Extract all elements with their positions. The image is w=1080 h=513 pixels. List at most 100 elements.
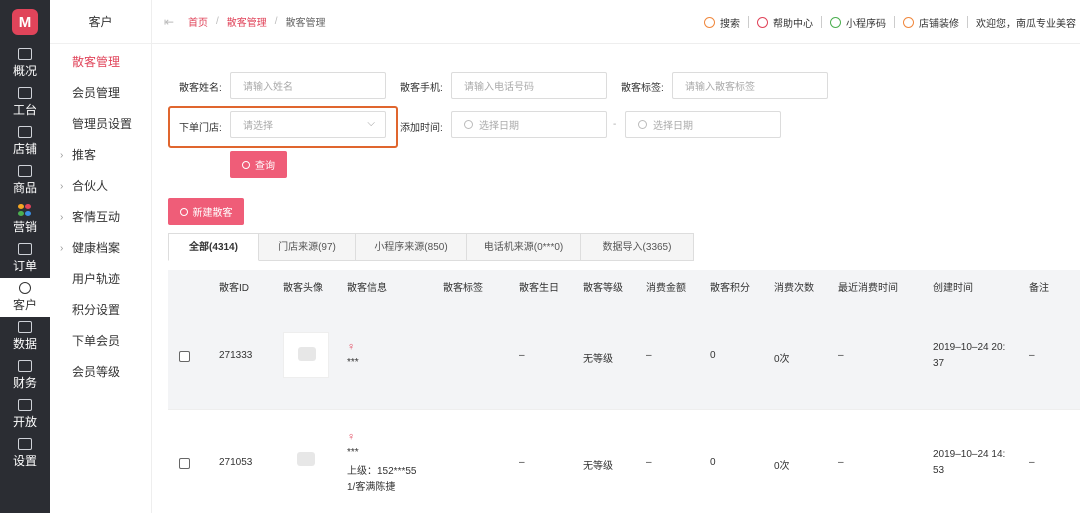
- user-icon: [19, 282, 31, 294]
- divider: [894, 16, 895, 28]
- breadcrumb-home[interactable]: 首页: [188, 14, 208, 29]
- cell-id: 271053: [219, 457, 253, 468]
- chevron-right-icon: ›: [60, 243, 64, 254]
- col-note: 备注: [1029, 283, 1049, 294]
- cell-created-time: 37: [933, 358, 945, 369]
- subnav-item-8[interactable]: 积分设置: [50, 295, 151, 326]
- chevron-right-icon: ›: [60, 181, 64, 192]
- rail-item-8[interactable]: 财务: [0, 356, 50, 395]
- col-tag: 散客标签: [443, 283, 483, 294]
- cell-parent-name: 1/客满陈捷: [347, 482, 396, 493]
- rail-item-label: 订单: [12, 259, 37, 273]
- rail-item-9[interactable]: 开放: [0, 395, 50, 434]
- top-action-2[interactable]: 小程序码: [830, 15, 886, 30]
- cell-count: 0次: [774, 461, 790, 472]
- rail-item-label: 商品: [12, 181, 37, 195]
- subnav-item-label: 散客管理: [72, 55, 121, 69]
- name-input[interactable]: 请输入姓名: [230, 72, 386, 99]
- rail-item-10[interactable]: 设置: [0, 434, 50, 473]
- query-button[interactable]: 查询: [230, 151, 287, 178]
- welcome-text[interactable]: 欢迎您，南瓜专业美容: [976, 15, 1076, 30]
- chevron-down-icon: ⌵: [367, 118, 375, 129]
- store-select[interactable]: 请选择 ⌵: [230, 111, 386, 138]
- subnav-item-2[interactable]: 管理员设置: [50, 109, 151, 140]
- rail-item-label: 数据: [12, 337, 37, 351]
- date-label: 添加时间:: [400, 123, 443, 134]
- subnav-title: 客户: [50, 0, 151, 44]
- subnav-item-1[interactable]: 会员管理: [50, 78, 151, 109]
- rail-item-1[interactable]: 工台: [0, 83, 50, 122]
- miniprogram-icon: [830, 16, 841, 28]
- col-points: 散客积分: [710, 283, 750, 294]
- rail-item-5[interactable]: 订单: [0, 239, 50, 278]
- table-row[interactable]: 271333 ♀ *** – 无等级 – 0 0次 – 2019–10–24 2…: [168, 300, 1080, 410]
- cell-created: 2019–10–24 14:: [933, 449, 1006, 460]
- subnav-item-6[interactable]: › 健康档案: [50, 233, 151, 264]
- row-checkbox[interactable]: [179, 458, 190, 469]
- tag-input[interactable]: 请输入散客标签: [672, 72, 828, 99]
- date-end-input[interactable]: 选择日期: [625, 111, 781, 138]
- rail-item-label: 工台: [12, 103, 37, 117]
- phone-label: 散客手机:: [400, 83, 443, 94]
- subnav-item-4[interactable]: › 合伙人: [50, 171, 151, 202]
- gear-icon: [18, 438, 32, 450]
- subnav-item-9[interactable]: 下单会员: [50, 326, 151, 357]
- rail-item-7[interactable]: 数据: [0, 317, 50, 356]
- top-action-1[interactable]: 帮助中心: [757, 15, 813, 30]
- rail-item-4[interactable]: 营销: [0, 200, 50, 239]
- tab-store[interactable]: 门店来源(97): [259, 233, 356, 261]
- cell-level: 无等级: [583, 461, 613, 472]
- cell-points: 0: [710, 457, 716, 468]
- main-rail: M 概况工台店铺商品营销订单客户数据财务开放设置: [0, 0, 50, 513]
- breadcrumb-section[interactable]: 散客管理: [227, 14, 267, 29]
- col-birthday: 散客生日: [519, 283, 559, 294]
- subnav-item-10[interactable]: 会员等级: [50, 357, 151, 388]
- clock-icon: [464, 120, 473, 129]
- bag-icon: [18, 165, 32, 177]
- col-last-consume: 最近消费时间: [838, 283, 898, 294]
- tab-import[interactable]: 数据导入(3365): [581, 233, 694, 261]
- female-icon: ♀: [347, 431, 356, 443]
- cell-note: –: [1029, 350, 1035, 361]
- top-action-0[interactable]: 搜索: [704, 15, 740, 30]
- phone-input[interactable]: 请输入电话号码: [451, 72, 607, 99]
- subnav-item-3[interactable]: › 推客: [50, 140, 151, 171]
- app-logo[interactable]: M: [0, 0, 50, 44]
- rail-item-6[interactable]: 客户: [0, 278, 50, 317]
- col-level: 散客等级: [583, 283, 623, 294]
- row-checkbox[interactable]: [179, 351, 190, 362]
- date-start-input[interactable]: 选择日期: [451, 111, 607, 138]
- monitor-icon: [18, 48, 32, 60]
- desk-icon: [18, 87, 32, 99]
- subnav-item-7[interactable]: 用户轨迹: [50, 264, 151, 295]
- cell-amount: –: [646, 457, 652, 468]
- subnav-item-0[interactable]: 散客管理: [50, 47, 151, 78]
- rail-item-2[interactable]: 店铺: [0, 122, 50, 161]
- top-bar: ⇤ 首页 / 散客管理 / 散客管理 搜索 帮助中心 小程序码 店铺装修 欢迎您，南瓜专…: [152, 0, 1080, 44]
- rail-item-label: 设置: [12, 454, 37, 468]
- rail-item-label: 营销: [12, 220, 37, 234]
- subnav-item-5[interactable]: › 客情互动: [50, 202, 151, 233]
- tab-all[interactable]: 全部(4314): [168, 233, 259, 261]
- collapse-icon[interactable]: ⇤: [164, 15, 178, 29]
- finance-icon: [18, 360, 32, 372]
- tab-phone[interactable]: 电话机来源(0***0): [467, 233, 581, 261]
- tab-miniprogram[interactable]: 小程序来源(850): [356, 233, 467, 261]
- rail-item-3[interactable]: 商品: [0, 161, 50, 200]
- rail-item-label: 财务: [12, 376, 37, 390]
- subnav-item-label: 客情互动: [72, 210, 121, 224]
- cell-level: 无等级: [583, 354, 613, 365]
- new-customer-button[interactable]: 新建散客: [168, 198, 244, 225]
- subnav-item-label: 管理员设置: [72, 117, 133, 131]
- name-label: 散客姓名:: [179, 83, 222, 94]
- decorate-icon: [903, 16, 914, 28]
- cell-last-consume: –: [838, 457, 844, 468]
- rail-item-0[interactable]: 概况: [0, 44, 50, 83]
- cell-points: 0: [710, 350, 716, 361]
- table-row[interactable]: 271053 ♀ *** 上级：152***55 1/客满陈捷 – 无等级 – …: [168, 410, 1080, 513]
- help-icon: [757, 16, 768, 28]
- chevron-right-icon: ›: [60, 212, 64, 223]
- divider: [821, 16, 822, 28]
- top-action-3[interactable]: 店铺装修: [903, 15, 959, 30]
- breadcrumb-current: 散客管理: [285, 18, 326, 29]
